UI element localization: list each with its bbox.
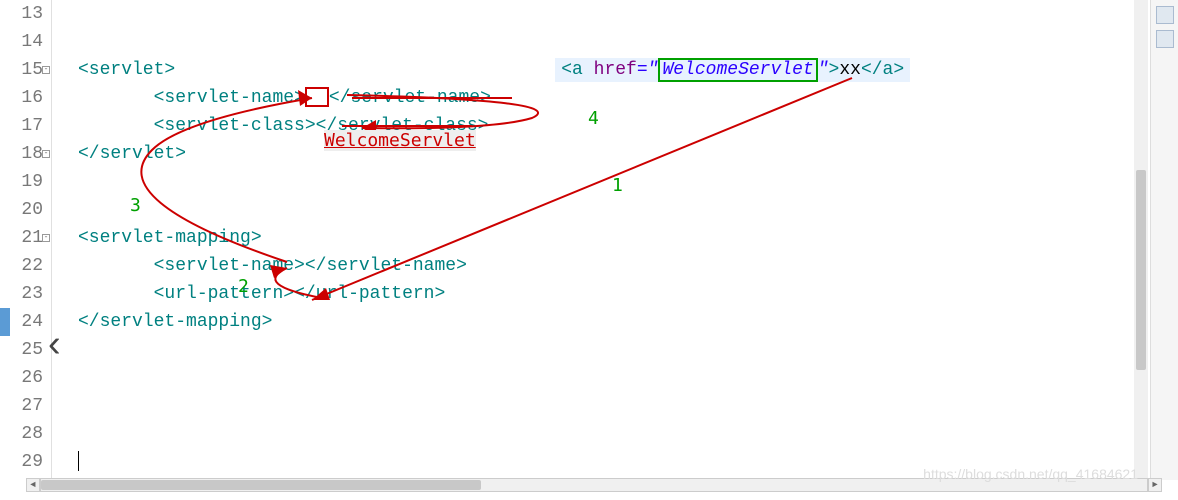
code-editor[interactable]: 13 14 15- 16 17 18- 19 20 21- 22 23 24 2…: [0, 0, 1178, 480]
watermark: https://blog.csdn.net/qq_41684621: [923, 466, 1138, 482]
text-cursor: [78, 451, 79, 471]
code-line: [78, 168, 1178, 196]
scroll-right-icon[interactable]: ►: [1148, 478, 1162, 492]
code-line: <servlet-class></servlet-class>: [78, 112, 1178, 140]
annotation-1: 1: [612, 175, 623, 196]
line-number: 16: [0, 84, 43, 112]
properties-icon[interactable]: [1156, 30, 1174, 48]
scrollbar-thumb[interactable]: [1136, 170, 1146, 370]
outline-icon[interactable]: [1156, 6, 1174, 24]
line-number: 27: [0, 392, 43, 420]
code-line: </servlet>: [78, 140, 1178, 168]
scroll-left-icon[interactable]: ◄: [26, 478, 40, 492]
code-line: [78, 28, 1178, 56]
vertical-scrollbar[interactable]: [1134, 0, 1148, 480]
scrollbar-thumb[interactable]: [41, 480, 481, 490]
annotation-2: 2: [238, 276, 249, 297]
fold-marker-icon[interactable]: -: [42, 150, 50, 158]
welcome-servlet-annotation: WelcomeServlet: [324, 130, 476, 151]
code-line: <servlet-name></servlet-name>: [78, 84, 1178, 112]
back-caret-icon: ‹: [48, 330, 61, 358]
line-number: 14: [0, 28, 43, 56]
code-line: </servlet-mapping>: [78, 308, 1178, 336]
line-number: 29: [0, 448, 43, 476]
line-gutter: 13 14 15- 16 17 18- 19 20 21- 22 23 24 2…: [0, 0, 52, 480]
code-line: [78, 364, 1178, 392]
annotation-3: 3: [130, 195, 141, 216]
code-content[interactable]: <servlet><a href="WelcomeServlet">xx</a>…: [52, 0, 1178, 480]
line-number: 23: [0, 280, 43, 308]
line-number: 20: [0, 196, 43, 224]
anchor-snippet: <a href="WelcomeServlet">xx</a>: [555, 58, 910, 82]
line-number: 26: [0, 364, 43, 392]
code-line: [78, 336, 1178, 364]
annotation-4: 4: [588, 108, 599, 129]
code-line: [78, 196, 1178, 224]
code-line: <servlet-mapping>: [78, 224, 1178, 252]
line-number: 13: [0, 0, 43, 28]
code-line: [78, 392, 1178, 420]
line-number: 17: [0, 112, 43, 140]
line-number: 22: [0, 252, 43, 280]
line-number: 18-: [0, 140, 43, 168]
fold-marker-icon[interactable]: -: [42, 234, 50, 242]
code-line: [78, 420, 1178, 448]
change-marker-icon: [0, 308, 10, 336]
code-line: <servlet><a href="WelcomeServlet">xx</a>: [78, 56, 1178, 84]
line-number: 15-: [0, 56, 43, 84]
line-number: 19: [0, 168, 43, 196]
line-number: 25: [0, 336, 43, 364]
line-number: 28: [0, 420, 43, 448]
line-number: 21-: [0, 224, 43, 252]
line-number: 24: [0, 308, 43, 336]
fold-marker-icon[interactable]: -: [42, 66, 50, 74]
right-tool-panel: [1150, 0, 1178, 480]
code-line: [78, 0, 1178, 28]
